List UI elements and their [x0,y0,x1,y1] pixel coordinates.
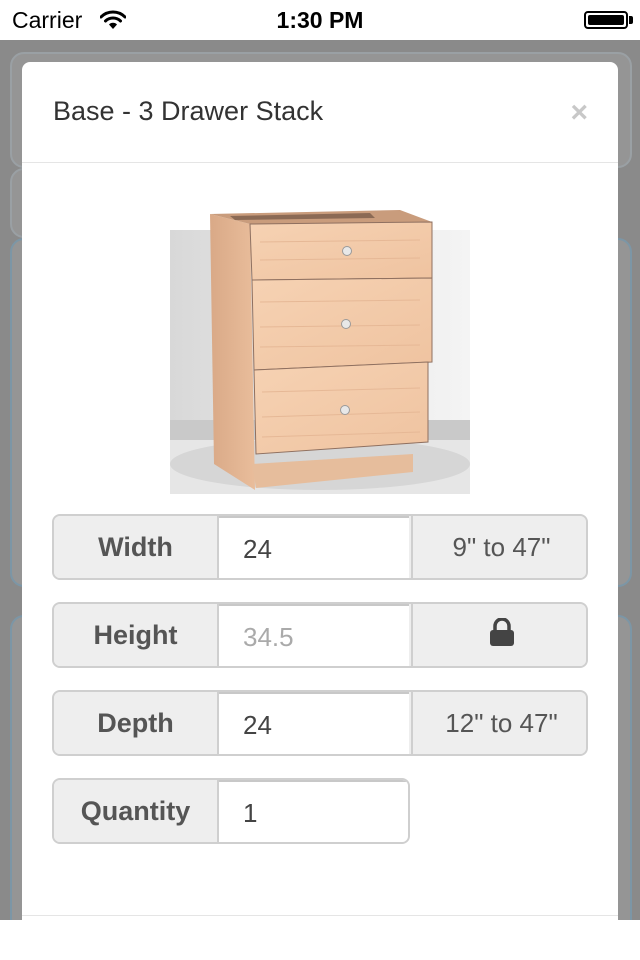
width-range-hint: 9" to 47" [411,516,586,578]
width-label: Width [54,516,219,578]
quantity-label: Quantity [54,780,219,842]
modal-header: Base - 3 Drawer Stack × [22,62,618,163]
depth-field-group: Depth 24 12" to 47" [52,690,588,756]
quantity-input[interactable]: 1 [219,780,408,842]
cabinet-3-drawer-image [170,202,470,494]
depth-label: Depth [54,692,219,754]
modal-title: Base - 3 Drawer Stack [53,96,324,126]
depth-input[interactable]: 24 [219,692,409,754]
height-lock-toggle[interactable] [411,604,586,666]
modal-footer-divider [22,915,618,916]
status-bar: Carrier 1:30 PM [0,0,640,40]
height-input: 34.5 [219,604,409,666]
lock-icon [489,606,515,666]
product-modal: Base - 3 Drawer Stack × Width 24 9" to 4… [22,62,618,932]
close-icon[interactable]: × [570,96,588,130]
depth-range-hint: 12" to 47" [411,692,586,754]
width-input[interactable]: 24 [219,516,409,578]
quantity-field-group: Quantity 1 [52,778,410,844]
battery-icon [584,11,628,29]
height-field-group: Height 34.5 [52,602,588,668]
width-field-group: Width 24 9" to 47" [52,514,588,580]
battery-tip [629,16,633,24]
height-label: Height [54,604,219,666]
clock: 1:30 PM [276,7,364,33]
